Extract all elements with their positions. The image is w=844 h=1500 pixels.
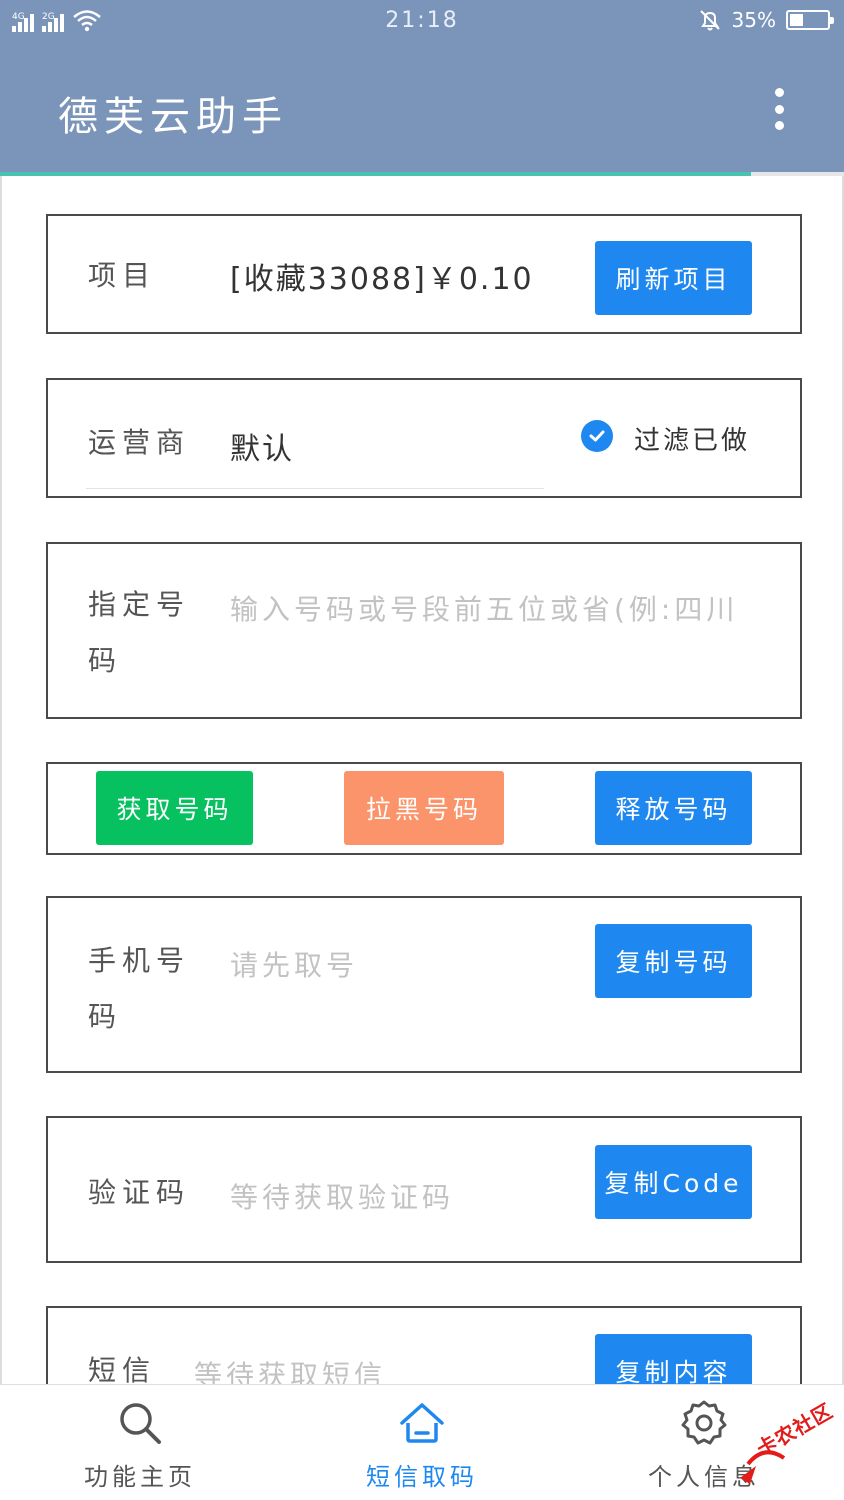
sms-label: 短信	[88, 1354, 157, 1384]
verification-field[interactable]: 等待获取验证码	[230, 1176, 454, 1216]
phone-number-field[interactable]: 请先取号	[230, 944, 358, 984]
verification-card: 验证码 等待获取验证码 复制Code	[46, 1116, 802, 1263]
refresh-project-button[interactable]: 刷新项目	[595, 241, 752, 315]
copy-number-button[interactable]: 复制号码	[595, 924, 752, 998]
main-content[interactable]: 项目 [收藏33088]￥0.10 刷新项目 运营商 默认 过滤已做 指定号 码…	[0, 176, 844, 1384]
nav-item-home-functions[interactable]: 功能主页	[0, 1385, 280, 1500]
phone-number-label-line2: 码	[88, 1000, 123, 1033]
number-actions-card: 获取号码 拉黑号码 释放号码	[46, 762, 802, 855]
carrier-label: 运营商	[88, 426, 191, 459]
copy-content-button[interactable]: 复制内容	[595, 1334, 752, 1384]
designated-number-label-line2: 码	[88, 644, 123, 677]
gear-icon	[681, 1400, 727, 1445]
designated-number-label-line1: 指定号	[88, 588, 191, 621]
bell-muted-icon	[699, 10, 720, 31]
verification-label: 验证码	[88, 1176, 191, 1209]
search-icon	[120, 1403, 161, 1444]
carrier-select-underline	[86, 488, 544, 489]
phone-number-label-line1: 手机号	[88, 944, 191, 977]
copy-code-button[interactable]: 复制Code	[595, 1145, 752, 1219]
nav-label-home-functions: 功能主页	[84, 1463, 196, 1491]
status-bar: 4G 2G 21:18 35%	[0, 0, 844, 44]
project-value: [收藏33088]￥0.10	[230, 262, 534, 297]
battery-level	[790, 14, 803, 26]
project-label: 项目	[88, 259, 157, 292]
nav-label-sms-code: 短信取码	[366, 1463, 478, 1491]
block-number-button[interactable]: 拉黑号码	[344, 771, 504, 845]
more-vert-icon[interactable]	[764, 84, 794, 134]
battery-icon	[786, 10, 834, 30]
app-bar: 德芙云助手	[0, 44, 844, 172]
phone-number-card: 手机号 码 请先取号 复制号码	[46, 896, 802, 1073]
status-right: 35%	[698, 8, 834, 32]
sms-card: 短信 等待获取短信 复制内容	[46, 1306, 802, 1384]
bottom-nav: 功能主页 短信取码 个人信息	[0, 1384, 844, 1500]
app-title: 德芙云助手	[58, 94, 288, 140]
release-number-button[interactable]: 释放号码	[595, 771, 752, 845]
nav-item-sms-code[interactable]: 短信取码	[282, 1385, 562, 1500]
get-number-button[interactable]: 获取号码	[96, 771, 253, 845]
designated-number-input[interactable]: 输入号码或号段前五位或省(例:四川	[230, 588, 738, 628]
checkmark-icon	[589, 430, 605, 442]
carrier-card: 运营商 默认 过滤已做	[46, 378, 802, 498]
project-card: 项目 [收藏33088]￥0.10 刷新项目	[46, 214, 802, 334]
filter-done-label[interactable]: 过滤已做	[634, 420, 750, 457]
filter-done-checkbox[interactable]	[581, 420, 613, 452]
sms-field[interactable]: 等待获取短信	[194, 1354, 386, 1384]
battery-percent: 35%	[731, 8, 776, 32]
carrier-select[interactable]: 默认	[230, 424, 294, 468]
designated-number-card: 指定号 码 输入号码或号段前五位或省(例:四川	[46, 542, 802, 719]
home-icon	[400, 1403, 444, 1443]
